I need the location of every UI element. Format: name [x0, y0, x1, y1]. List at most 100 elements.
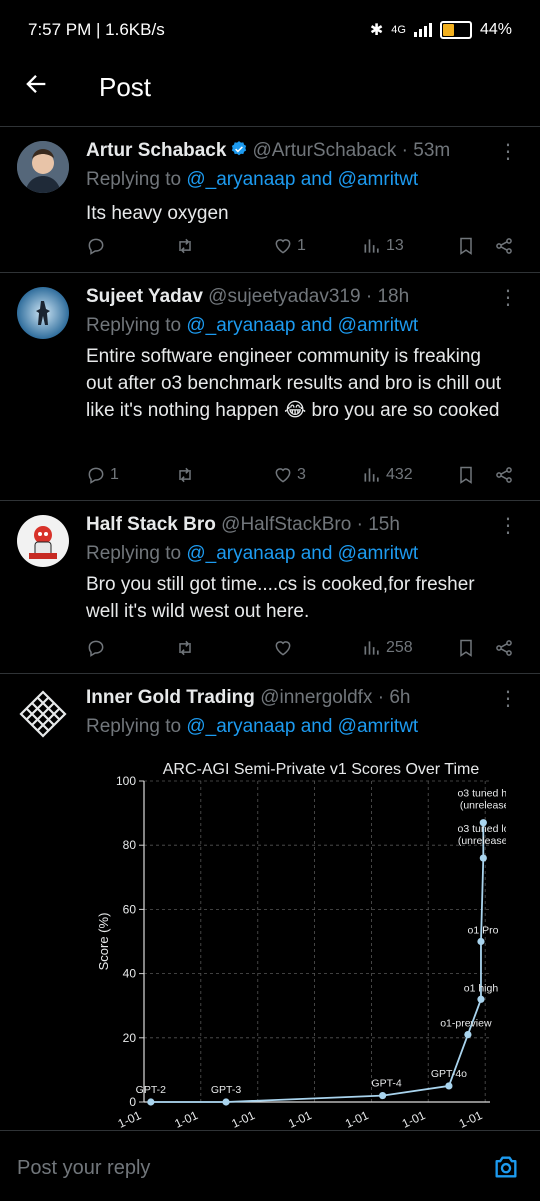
knot-logo-icon [19, 690, 67, 738]
replying-to-mentions[interactable]: @_aryanaap and @amritwt [186, 543, 418, 564]
post-chart-image[interactable]: ARC-AGI Semi-Private v1 Scores Over Time… [96, 755, 521, 1135]
y-tick-label: 100 [116, 774, 136, 788]
bookmark-button[interactable] [456, 236, 476, 256]
y-tick-label: 80 [123, 838, 137, 852]
data-label: o3 tuned high [457, 788, 506, 800]
page-title: Post [99, 72, 152, 102]
signal-icon [413, 23, 432, 37]
reply-composer[interactable]: Post your reply [0, 1130, 540, 1201]
reply-post[interactable]: Sujeet Yadav @sujeetyadav319 · 18h ⋮ Rep… [0, 273, 540, 501]
reply-input[interactable]: Post your reply [17, 1157, 150, 1180]
data-label: (unreleased) [460, 800, 506, 812]
data-label: (unreleased) [458, 835, 506, 847]
data-label: o1 Pro [468, 925, 499, 937]
repost-button[interactable] [175, 465, 199, 485]
status-icons: ✱ 4G 44% [370, 20, 512, 40]
views-icon [364, 468, 379, 482]
replying-to-mentions[interactable]: @_aryanaap and @amritwt [186, 716, 418, 737]
share-icon [496, 640, 512, 656]
like-icon [275, 468, 291, 483]
bookmark-icon [460, 466, 472, 484]
avatar[interactable] [17, 688, 69, 740]
bookmark-button[interactable] [456, 465, 476, 485]
share-button[interactable] [494, 638, 514, 658]
repost-icon [179, 238, 191, 254]
author-name[interactable]: Inner Gold Trading [86, 687, 255, 708]
reply-post[interactable]: Artur Schaback @ArturSchaback · 53m ⋮ Rep… [0, 127, 540, 273]
share-icon [496, 467, 512, 483]
replying-to-mentions[interactable]: @_aryanaap and @amritwt [186, 315, 418, 336]
share-button[interactable] [494, 236, 514, 256]
reply-button[interactable]: 1 [86, 465, 119, 485]
reply-button[interactable] [86, 236, 110, 256]
repost-icon [179, 640, 191, 656]
avatar[interactable] [17, 287, 69, 339]
replying-to-mentions[interactable]: @_aryanaap and @amritwt [186, 169, 418, 190]
status-bar: 7:57 PM | 1.6KB/s ✱ 4G 44% [0, 0, 540, 62]
author-handle[interactable]: @ArturSchaback [252, 140, 396, 161]
post-header: Artur Schaback @ArturSchaback · 53m [86, 140, 500, 162]
author-name[interactable]: Artur Schaback [86, 140, 226, 161]
x-tick-label: 1-01 [457, 1108, 485, 1131]
post-header: Half Stack Bro @HalfStackBro · 15h [86, 514, 500, 536]
post-text: Bro you still got time....cs is cooked,f… [86, 574, 475, 622]
views-icon [364, 239, 379, 253]
views-count: 432 [386, 466, 413, 483]
y-tick-label: 60 [123, 902, 137, 916]
post-text: Entire software engineer community is fr… [86, 346, 502, 421]
avatar[interactable] [17, 515, 69, 567]
repost-button[interactable] [175, 236, 199, 256]
more-icon[interactable]: ⋮ [498, 288, 518, 308]
post-time: · 53m [401, 140, 451, 161]
replying-prefix: Replying to [86, 315, 182, 336]
x-tick-label: 1-01 [116, 1108, 144, 1131]
data-label: o1-preview [440, 1018, 492, 1030]
more-icon[interactable]: ⋮ [498, 689, 518, 709]
reply-count: 1 [110, 466, 119, 483]
data-point [477, 937, 485, 946]
more-icon[interactable]: ⋮ [498, 516, 518, 536]
views-count: 13 [386, 237, 404, 254]
views-count: 258 [386, 639, 413, 656]
views-button[interactable]: 432 [362, 465, 413, 485]
reply-post[interactable]: Half Stack Bro @HalfStackBro · 15h ⋮ Rep… [0, 501, 540, 674]
x-tick-label: 1-01 [229, 1108, 257, 1131]
share-icon [496, 238, 512, 254]
x-tick-label: 1-01 [286, 1108, 314, 1131]
data-label: GPT-2 [136, 1084, 167, 1096]
network-type: 4G [391, 24, 406, 36]
bookmark-icon [460, 639, 472, 657]
reply-button[interactable] [86, 638, 110, 658]
post-header: Inner Gold Trading @innergoldfx · 6h [86, 687, 500, 709]
share-button[interactable] [494, 465, 514, 485]
repost-button[interactable] [175, 638, 199, 658]
bookmark-button[interactable] [456, 638, 476, 658]
replying-to: Replying to @_aryanaap and @amritwt [86, 543, 418, 565]
like-button[interactable]: 1 [273, 236, 306, 256]
like-button[interactable] [273, 638, 297, 658]
back-arrow-icon[interactable] [22, 70, 50, 106]
like-count: 3 [297, 466, 306, 483]
top-bar: Post [0, 62, 540, 114]
more-icon[interactable]: ⋮ [498, 142, 518, 162]
author-name[interactable]: Sujeet Yadav [86, 286, 203, 307]
x-tick-label: 1-01 [343, 1108, 371, 1131]
author-handle[interactable]: @innergoldfx [260, 687, 372, 708]
x-tick-label: 1-01 [400, 1108, 428, 1131]
data-label: o1 high [464, 982, 499, 994]
replying-to: Replying to @_aryanaap and @amritwt [86, 315, 418, 337]
like-button[interactable]: 3 [273, 465, 306, 485]
author-name[interactable]: Half Stack Bro [86, 514, 216, 535]
views-button[interactable]: 258 [362, 638, 413, 658]
replying-to: Replying to @_aryanaap and @amritwt [86, 169, 418, 191]
author-handle[interactable]: @sujeetyadav319 [208, 286, 360, 307]
views-button[interactable]: 13 [362, 236, 404, 256]
author-handle[interactable]: @HalfStackBro [221, 514, 351, 535]
data-label: GPT-4o [431, 1068, 467, 1080]
camera-icon[interactable] [492, 1153, 520, 1181]
replying-to: Replying to @_aryanaap and @amritwt [86, 716, 418, 738]
avatar[interactable] [17, 141, 69, 193]
reply-icon [88, 467, 104, 484]
data-point [479, 854, 487, 862]
data-point [445, 1082, 453, 1090]
